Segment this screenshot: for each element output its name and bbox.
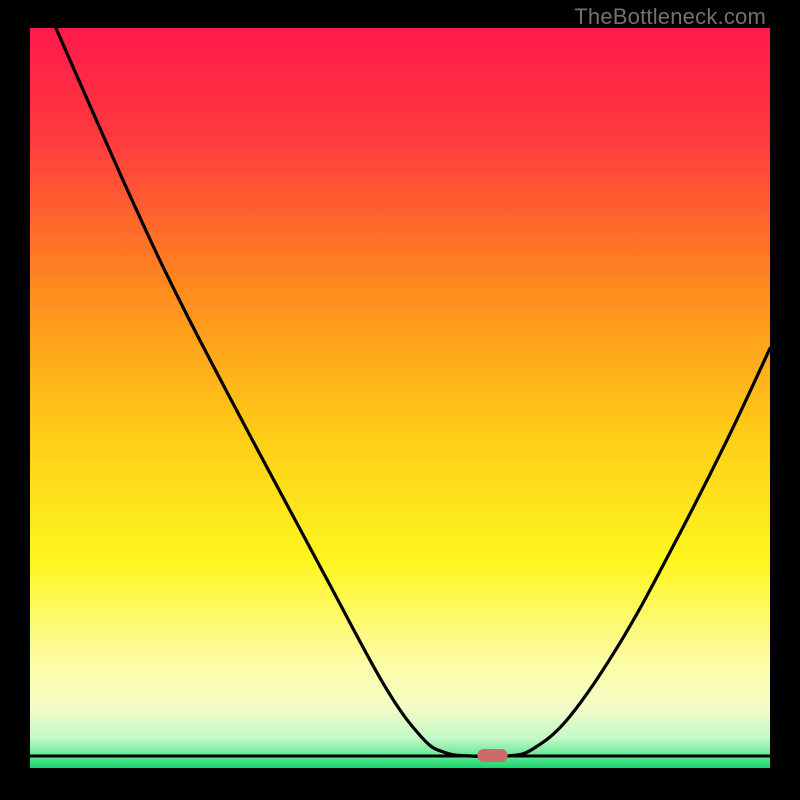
- watermark-text: TheBottleneck.com: [574, 4, 766, 30]
- chart-background-gradient: [30, 28, 770, 768]
- chart-plot-area: [30, 28, 770, 768]
- optimal-marker: [478, 749, 508, 762]
- chart-svg: [30, 28, 770, 768]
